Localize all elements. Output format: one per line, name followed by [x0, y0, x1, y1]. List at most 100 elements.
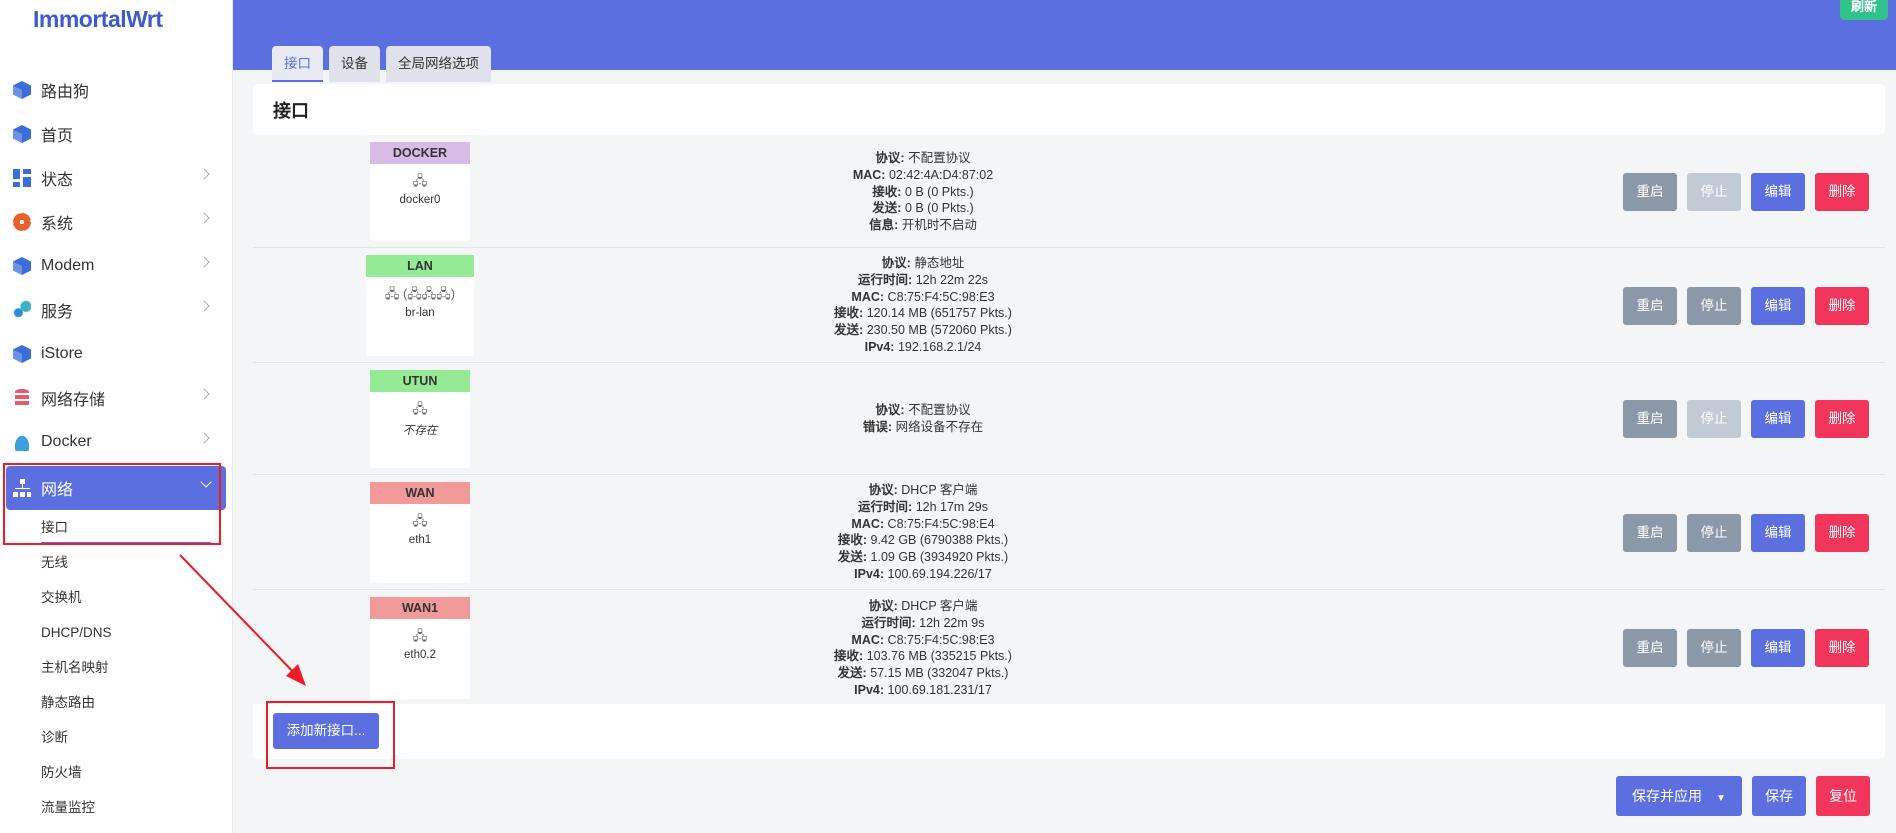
info-key: 接收: [872, 184, 902, 199]
info-line: 协议: DHCP 客户端 [673, 482, 1173, 499]
restart-button[interactable]: 重启 [1623, 287, 1677, 325]
submenu-item[interactable]: 交换机 [41, 580, 211, 615]
stop-button[interactable]: 停止 [1687, 629, 1741, 667]
delete-button[interactable]: 删除 [1815, 629, 1869, 667]
info-key: MAC: [851, 516, 885, 531]
interface-device: br-lan [405, 307, 435, 319]
interface-name: DOCKER [370, 142, 470, 164]
interface-info: 协议: DHCP 客户端 运行时间: 12h 17m 29s MAC: C8:75:… [673, 482, 1173, 583]
info-value: 静态地址 [914, 256, 965, 270]
edit-button[interactable]: 编辑 [1751, 287, 1805, 325]
info-line: 协议: 静态地址 [673, 255, 1173, 272]
info-value: 120.14 MB (651757 Pkts.) [866, 306, 1012, 321]
tab-0[interactable]: 接口 [272, 46, 323, 82]
interface-info: 协议: 不配置协议 MAC: 02:42:4A:D4:87:02 接收: 0 B (… [673, 150, 1173, 234]
interface-badge: LAN 🖧 (🖧🖧🖧) br-lan [366, 255, 474, 356]
delete-button[interactable]: 删除 [1815, 287, 1869, 325]
interface-device: eth1 [408, 534, 432, 546]
info-key: 发送: [872, 201, 902, 216]
info-key: 运行时间: [858, 272, 913, 287]
info-value: 100.69.194.226/17 [887, 566, 992, 581]
info-key: 运行时间: [861, 615, 916, 630]
sidebar-item-8[interactable]: Docker [0, 420, 232, 464]
info-line: 发送: 230.50 MB (572060 Pkts.) [673, 322, 1173, 339]
interface-list: DOCKER 🖧 docker0 协议: 不配置协议 MAC: 02:42:4A:D4:… [253, 135, 1885, 706]
info-value: 1.09 GB (3934920 Pkts.) [870, 550, 1009, 565]
stop-button[interactable]: 停止 [1687, 400, 1741, 438]
info-line: 发送: 1.09 GB (3934920 Pkts.) [673, 549, 1173, 566]
save-button[interactable]: 保存 [1752, 776, 1806, 816]
submenu-item[interactable]: 无线 [41, 545, 211, 580]
interface-info: 协议: DHCP 客户端 运行时间: 12h 22m 9s MAC: C8:75:F… [673, 598, 1173, 699]
restart-button[interactable]: 重启 [1623, 173, 1677, 211]
info-line: IPv4: 100.69.194.226/17 [673, 566, 1173, 583]
info-key: 信息: [869, 218, 899, 233]
interface-name: UTUN [370, 370, 470, 392]
network-submenu: 接口 无线 交换机 DHCP/DNS 主机名映射 静态路由 诊断 防火墙 流量监控 [0, 510, 232, 825]
edit-button[interactable]: 编辑 [1751, 400, 1805, 438]
submenu-item[interactable]: 诊断 [41, 720, 211, 755]
info-key: 接收: [837, 533, 868, 548]
page-actions: 保存并应用 ▼ 保存 复位 [1616, 776, 1870, 816]
info-key: 协议: [868, 599, 898, 613]
submenu-item[interactable]: 流量监控 [41, 790, 211, 825]
sidebar-item-2[interactable]: 状态 [0, 156, 232, 200]
sidebar-item-3[interactable]: 系统 [0, 200, 232, 244]
caret-down-icon[interactable]: ▼ [1716, 793, 1726, 804]
info-line: MAC: C8:75:F4:5C:98:E3 [673, 289, 1173, 306]
info-key: MAC: [851, 289, 885, 304]
restart-button[interactable]: 重启 [1623, 629, 1677, 667]
tab-1[interactable]: 设备 [329, 46, 380, 82]
stop-button[interactable]: 停止 [1687, 287, 1741, 325]
sidebar-item-0[interactable]: 路由狗 [0, 68, 232, 112]
interface-row: UTUN 🖧 不存在 协议: 不配置协议 错误: 网络设备不存在 重启 停止 编辑 删除 [253, 363, 1885, 475]
info-line: 信息: 开机时不启动 [673, 217, 1173, 234]
submenu-item[interactable]: DHCP/DNS [41, 615, 211, 650]
info-key: 接收: [834, 649, 864, 664]
delete-button[interactable]: 删除 [1815, 173, 1869, 211]
info-key: 协议: [875, 151, 905, 165]
info-line: MAC: C8:75:F4:5C:98:E3 [673, 632, 1173, 649]
sidebar-item-label: 网络存储 [41, 392, 106, 409]
info-value: 103.76 MB (335215 Pkts.) [866, 649, 1012, 664]
edit-button[interactable]: 编辑 [1751, 514, 1805, 552]
tab-2[interactable]: 全局网络选项 [386, 46, 491, 82]
interface-name: WAN [370, 482, 470, 504]
restart-button[interactable]: 重启 [1623, 514, 1677, 552]
delete-button[interactable]: 删除 [1815, 400, 1869, 438]
info-value: C8:75:F4:5C:98:E3 [887, 632, 995, 647]
section-header: 接口 [253, 84, 1885, 135]
submenu-item[interactable]: 防火墙 [41, 755, 211, 790]
interface-info: 协议: 静态地址 运行时间: 12h 22m 22s MAC: C8:75:F4:5… [673, 255, 1173, 356]
info-value: 192.168.2.1/24 [897, 339, 982, 354]
interface-name: WAN1 [370, 597, 470, 619]
sidebar-item-5[interactable]: 服务 [0, 288, 232, 332]
section-title: 接口 [273, 101, 309, 121]
info-value: 0 B (0 Pkts.) [904, 184, 974, 199]
submenu-item[interactable]: 主机名映射 [41, 650, 211, 685]
sidebar-item-label: 系统 [41, 216, 74, 233]
sidebar-item-4[interactable]: Modem [0, 244, 232, 288]
stop-button[interactable]: 停止 [1687, 173, 1741, 211]
edit-button[interactable]: 编辑 [1751, 173, 1805, 211]
refresh-button[interactable]: 刷新 [1840, 0, 1888, 20]
interface-info: 协议: 不配置协议 错误: 网络设备不存在 [673, 402, 1173, 436]
info-line: 发送: 0 B (0 Pkts.) [673, 200, 1173, 217]
info-line: MAC: C8:75:F4:5C:98:E4 [673, 516, 1173, 533]
restart-button[interactable]: 重启 [1623, 400, 1677, 438]
info-key: IPv4: [854, 682, 885, 697]
ethernet-port-icon: 🖧 (🖧🖧🖧) [384, 286, 456, 301]
sidebar-item-1[interactable]: 首页 [0, 112, 232, 156]
sidebar-item-6[interactable]: iStore [0, 332, 232, 376]
database-icon [15, 389, 29, 407]
stop-button[interactable]: 停止 [1687, 514, 1741, 552]
delete-button[interactable]: 删除 [1815, 514, 1869, 552]
sidebar-item-7[interactable]: 网络存储 [0, 376, 232, 420]
reset-button[interactable]: 复位 [1816, 776, 1870, 816]
info-value: 0 B (0 Pkts.) [904, 201, 974, 216]
info-value: 9.42 GB (6790388 Pkts.) [870, 533, 1009, 548]
submenu-item[interactable]: 静态路由 [41, 685, 211, 720]
save-apply-button[interactable]: 保存并应用 ▼ [1616, 776, 1742, 816]
services-icon [13, 301, 31, 319]
edit-button[interactable]: 编辑 [1751, 629, 1805, 667]
